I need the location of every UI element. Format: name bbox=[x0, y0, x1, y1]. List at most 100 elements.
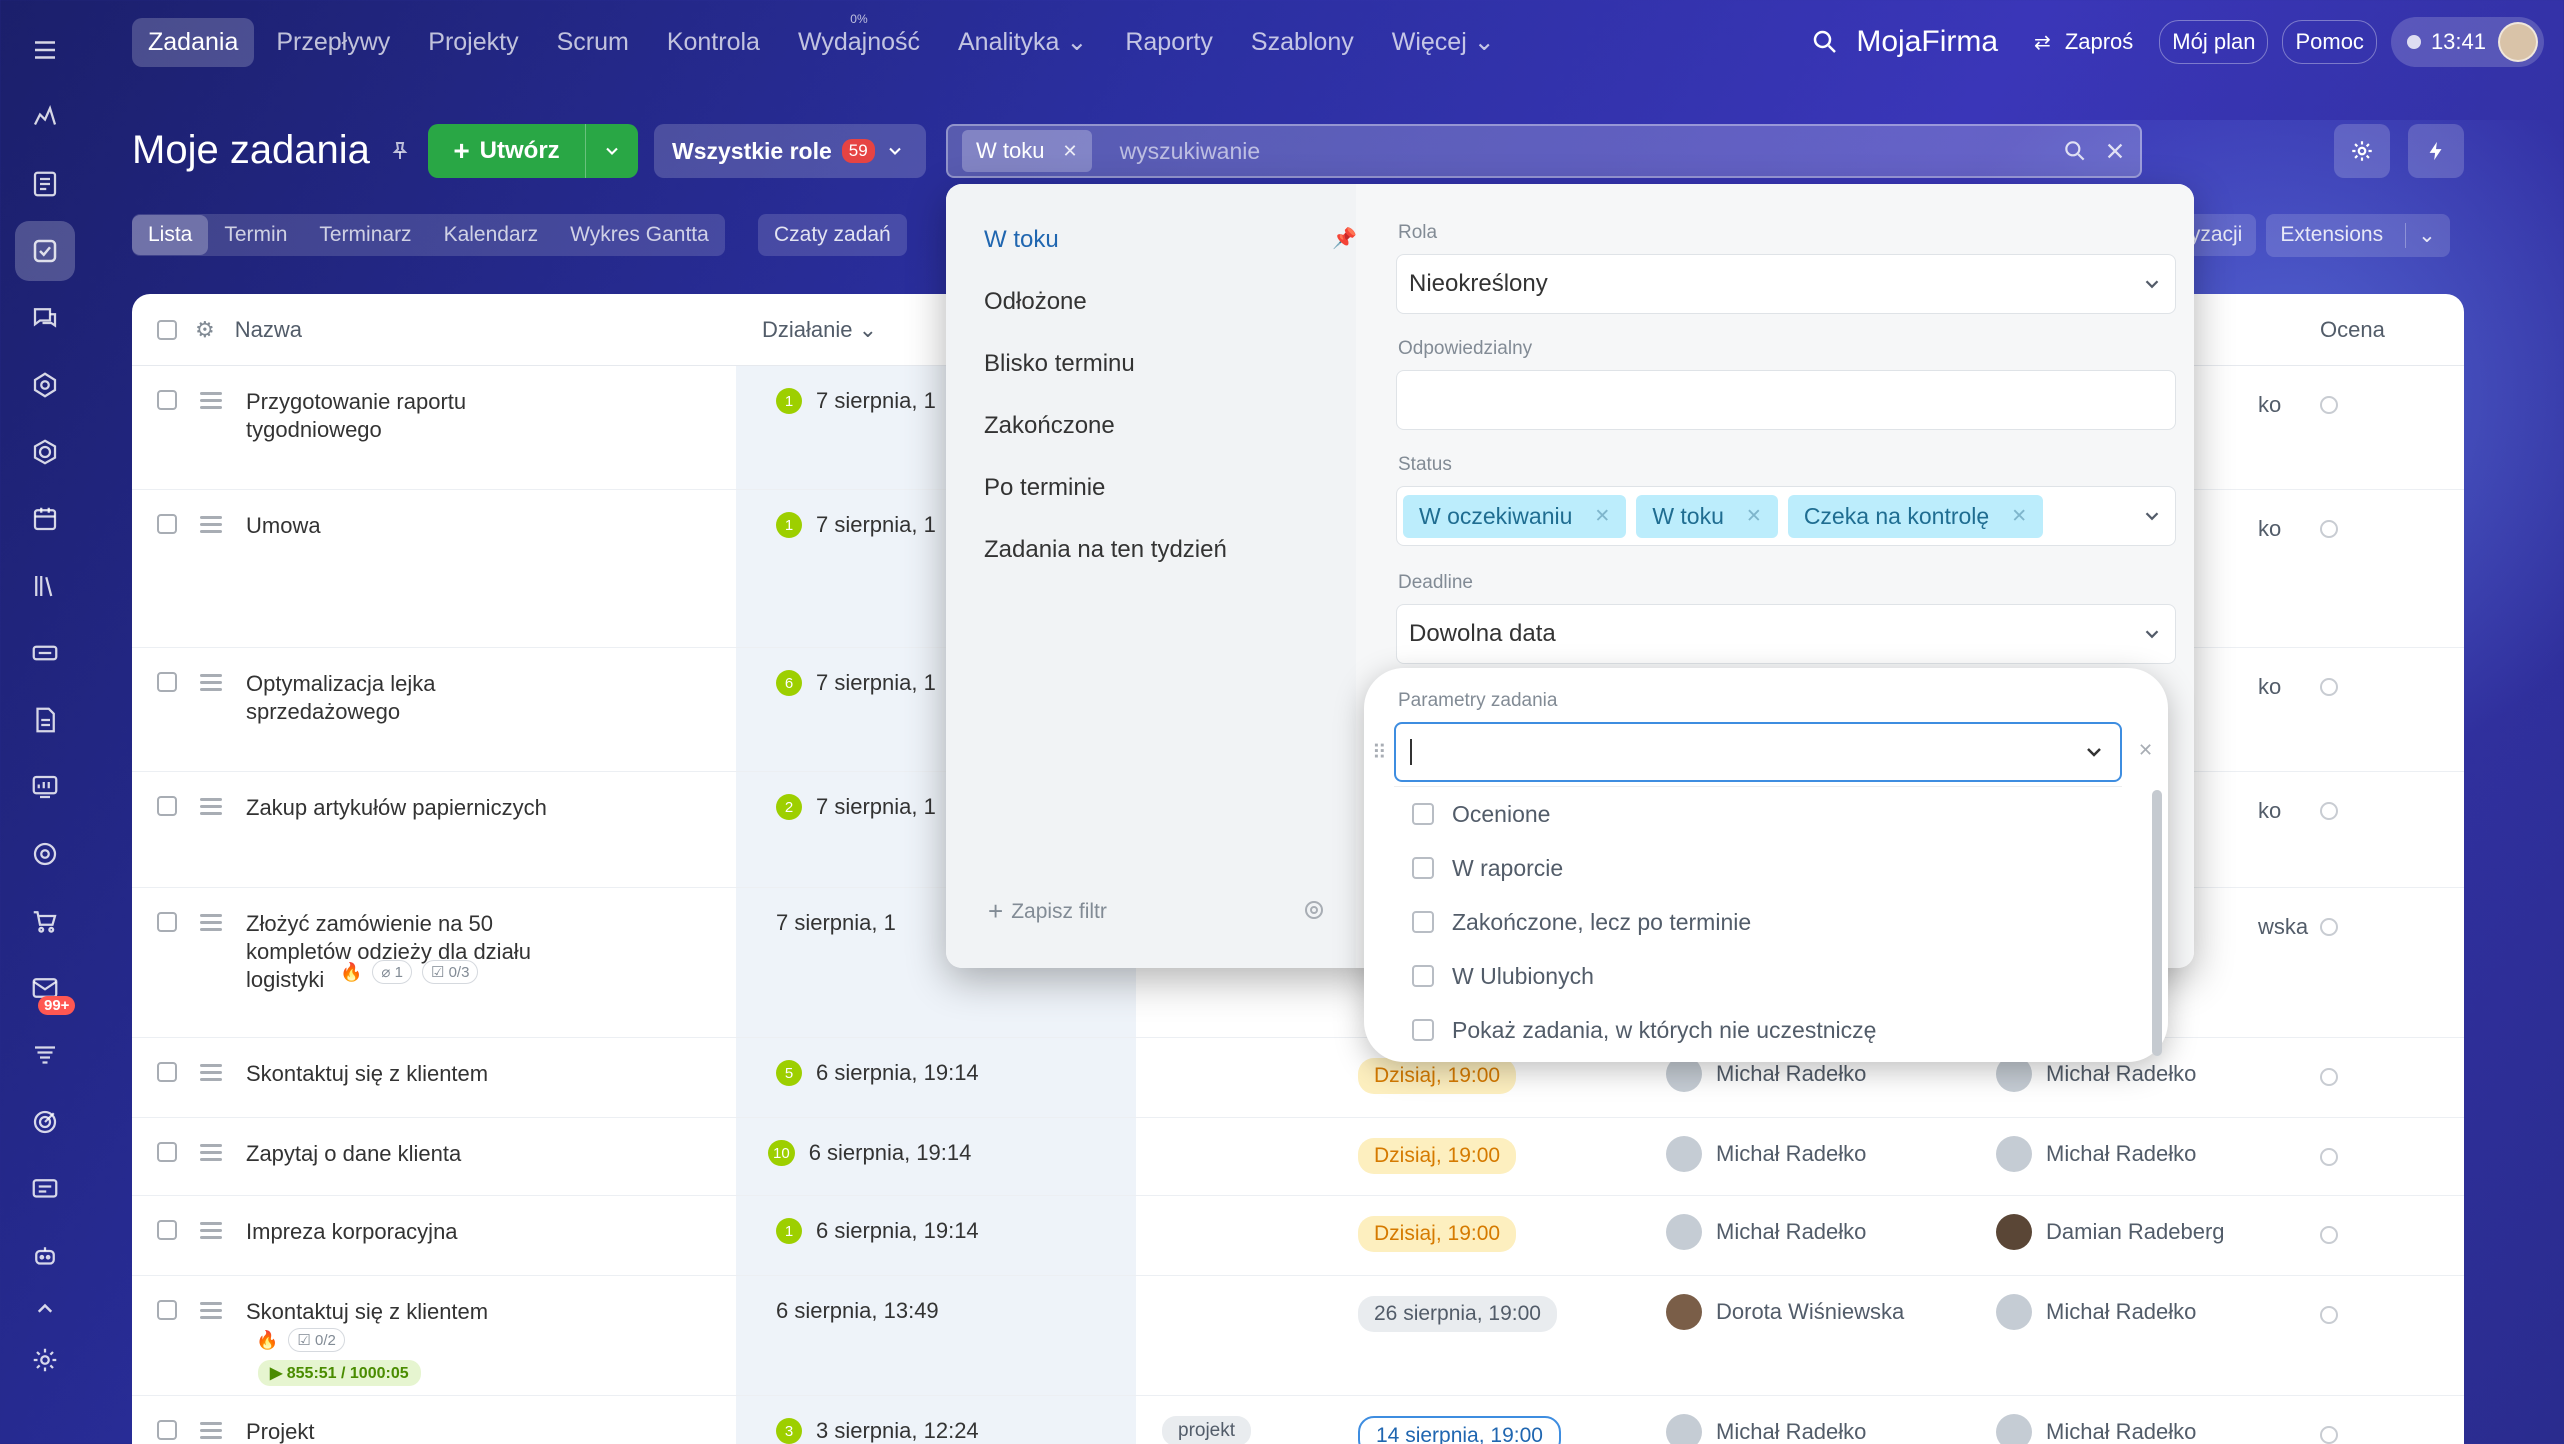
row-checkbox[interactable] bbox=[157, 514, 177, 534]
responsible-input[interactable] bbox=[1396, 370, 2176, 430]
row-checkbox[interactable] bbox=[157, 672, 177, 692]
rating-toggle[interactable] bbox=[2320, 396, 2338, 414]
target-icon[interactable] bbox=[15, 1092, 75, 1152]
creator[interactable]: Michał Radełko bbox=[1666, 1414, 1866, 1444]
my-plan-button[interactable]: Mój plan bbox=[2159, 20, 2269, 64]
param-option[interactable]: W raporcie bbox=[1394, 841, 2122, 895]
row-checkbox[interactable] bbox=[157, 1062, 177, 1082]
row-checkbox[interactable] bbox=[157, 390, 177, 410]
checklist-pill[interactable]: ☑ 0/3 bbox=[421, 960, 479, 984]
param-option[interactable]: W Ulubionych bbox=[1394, 949, 2122, 1003]
drag-handle-icon[interactable] bbox=[200, 1064, 222, 1085]
gear-icon[interactable] bbox=[1302, 898, 1326, 922]
column-name[interactable]: Nazwa bbox=[235, 317, 302, 343]
help-button[interactable]: Pomoc bbox=[2282, 20, 2377, 64]
column-rating[interactable]: Ocena bbox=[2320, 317, 2385, 343]
rating-toggle[interactable] bbox=[2320, 1148, 2338, 1166]
robot-icon[interactable] bbox=[15, 1226, 75, 1286]
drag-handle-icon[interactable] bbox=[200, 516, 222, 537]
drag-handle-icon[interactable] bbox=[200, 674, 222, 695]
deadline-badge[interactable]: Dzisiaj, 19:00 bbox=[1358, 1216, 1517, 1252]
crm-icon[interactable] bbox=[15, 355, 75, 415]
task-name[interactable]: Zakup artykułów papierniczych bbox=[246, 794, 666, 822]
param-option[interactable]: Ocenione bbox=[1394, 787, 2122, 841]
tag-remove-icon[interactable]: ✕ bbox=[1594, 505, 1610, 528]
drag-handle-icon[interactable] bbox=[200, 392, 222, 413]
param-option[interactable]: Zakończone, lecz po terminie bbox=[1394, 895, 2122, 949]
drag-handle-icon[interactable] bbox=[200, 1222, 222, 1243]
checklist-pill[interactable]: ☑ 0/2 bbox=[288, 1328, 345, 1352]
nav-szablony[interactable]: Szablony bbox=[1235, 18, 1370, 67]
nav-zadania[interactable]: Zadania bbox=[132, 17, 255, 67]
row-checkbox[interactable] bbox=[157, 1420, 177, 1440]
drag-handle-icon[interactable] bbox=[200, 914, 222, 935]
owner[interactable]: Michał Radełko bbox=[1996, 1294, 2196, 1330]
row-checkbox[interactable] bbox=[157, 1142, 177, 1162]
filter-search-bar[interactable]: W toku ✕ wyszukiwanie bbox=[946, 124, 2142, 178]
nav-przeplywy[interactable]: Przepływy bbox=[260, 18, 406, 67]
deadline-select[interactable]: Dowolna data bbox=[1396, 604, 2176, 664]
drag-handle-icon[interactable] bbox=[200, 1144, 222, 1165]
nav-wiecej[interactable]: Więcej ⌄ bbox=[1376, 17, 1511, 67]
hamburger-icon[interactable] bbox=[15, 20, 75, 80]
table-row[interactable]: Impreza korporacyjna 16 sierpnia, 19:14 … bbox=[132, 1196, 2464, 1276]
chip-remove-icon[interactable]: ✕ bbox=[1062, 141, 1077, 162]
preset-this-week[interactable]: Zadania na ten tydzień bbox=[984, 536, 1227, 564]
options-scrollbar[interactable] bbox=[2152, 790, 2162, 1056]
settings-button[interactable] bbox=[2334, 124, 2390, 178]
creator[interactable]: Michał Radełko bbox=[1666, 1136, 1866, 1172]
chevron-down-icon[interactable] bbox=[2082, 740, 2106, 764]
status-tag[interactable]: Czeka na kontrolę ✕ bbox=[1787, 494, 2044, 538]
calendar-icon[interactable] bbox=[15, 489, 75, 549]
task-name[interactable]: Zapytaj o dane klienta bbox=[246, 1140, 666, 1168]
row-checkbox[interactable] bbox=[157, 912, 177, 932]
preset-deferred[interactable]: Odłożone bbox=[984, 288, 1087, 316]
analytics-icon[interactable] bbox=[15, 757, 75, 817]
nav-wydajnosc[interactable]: 0% Wydajność bbox=[782, 12, 936, 67]
task-name[interactable]: Projekt bbox=[246, 1418, 586, 1444]
nav-kontrola[interactable]: Kontrola bbox=[651, 18, 776, 67]
owner[interactable]: ko bbox=[2258, 392, 2281, 418]
news-icon[interactable] bbox=[15, 154, 75, 214]
row-checkbox[interactable] bbox=[157, 796, 177, 816]
creator[interactable]: Dorota Wiśniewska bbox=[1666, 1294, 1904, 1330]
sites-icon[interactable] bbox=[15, 422, 75, 482]
time-tracker-pill[interactable]: ▶ 855:51 / 1000:05 bbox=[258, 1360, 421, 1386]
documents-icon[interactable] bbox=[15, 690, 75, 750]
rating-toggle[interactable] bbox=[2320, 1068, 2338, 1086]
row-checkbox[interactable] bbox=[157, 1300, 177, 1320]
rating-toggle[interactable] bbox=[2320, 918, 2338, 936]
owner[interactable]: ko bbox=[2258, 516, 2281, 542]
tab-kalendarz[interactable]: Kalendarz bbox=[428, 215, 555, 255]
preset-completed[interactable]: Zakończone bbox=[984, 412, 1115, 440]
option-checkbox[interactable] bbox=[1412, 857, 1434, 879]
deadline-badge[interactable]: 14 sierpnia, 19:00 bbox=[1358, 1416, 1561, 1444]
rating-toggle[interactable] bbox=[2320, 1306, 2338, 1324]
user-avatar[interactable] bbox=[2498, 22, 2538, 62]
select-all-checkbox[interactable] bbox=[157, 319, 177, 340]
status-tag[interactable]: W oczekiwaniu ✕ bbox=[1403, 494, 1627, 538]
rating-toggle[interactable] bbox=[2320, 1226, 2338, 1244]
tab-terminarz[interactable]: Terminarz bbox=[303, 215, 427, 255]
drag-handle-icon[interactable] bbox=[200, 1422, 222, 1443]
project-badge[interactable]: projekt bbox=[1162, 1416, 1252, 1444]
feed-icon[interactable] bbox=[15, 87, 75, 147]
automation-button[interactable] bbox=[2408, 124, 2464, 178]
files-pill[interactable]: ⌀ 1 bbox=[372, 960, 412, 984]
option-checkbox[interactable] bbox=[1412, 1019, 1434, 1041]
company-search[interactable]: MojaFirma bbox=[1810, 25, 1998, 59]
task-chats-tab[interactable]: Czaty zadań bbox=[758, 214, 907, 256]
column-activity[interactable]: Działanie ⌄ bbox=[762, 317, 877, 343]
pin-icon[interactable]: 📌 bbox=[1332, 226, 1357, 251]
pin-icon[interactable] bbox=[388, 139, 412, 163]
task-name[interactable]: Skontaktuj się z klientem bbox=[246, 1060, 666, 1088]
task-name[interactable]: Przygotowanie raportu tygodniowego bbox=[246, 388, 586, 444]
collapse-icon[interactable] bbox=[15, 1293, 75, 1323]
invite-button[interactable]: ⇄ Zaproś bbox=[2022, 21, 2145, 63]
drag-handle-icon[interactable]: ⠿ bbox=[1372, 740, 1387, 765]
deadline-badge[interactable]: Dzisiaj, 19:00 bbox=[1358, 1138, 1517, 1174]
drag-handle-icon[interactable] bbox=[200, 798, 222, 819]
preset-near-deadline[interactable]: Blisko terminu bbox=[984, 350, 1135, 378]
deadline-badge[interactable]: Dzisiaj, 19:00 bbox=[1358, 1058, 1517, 1094]
clear-icon[interactable] bbox=[2104, 140, 2126, 162]
